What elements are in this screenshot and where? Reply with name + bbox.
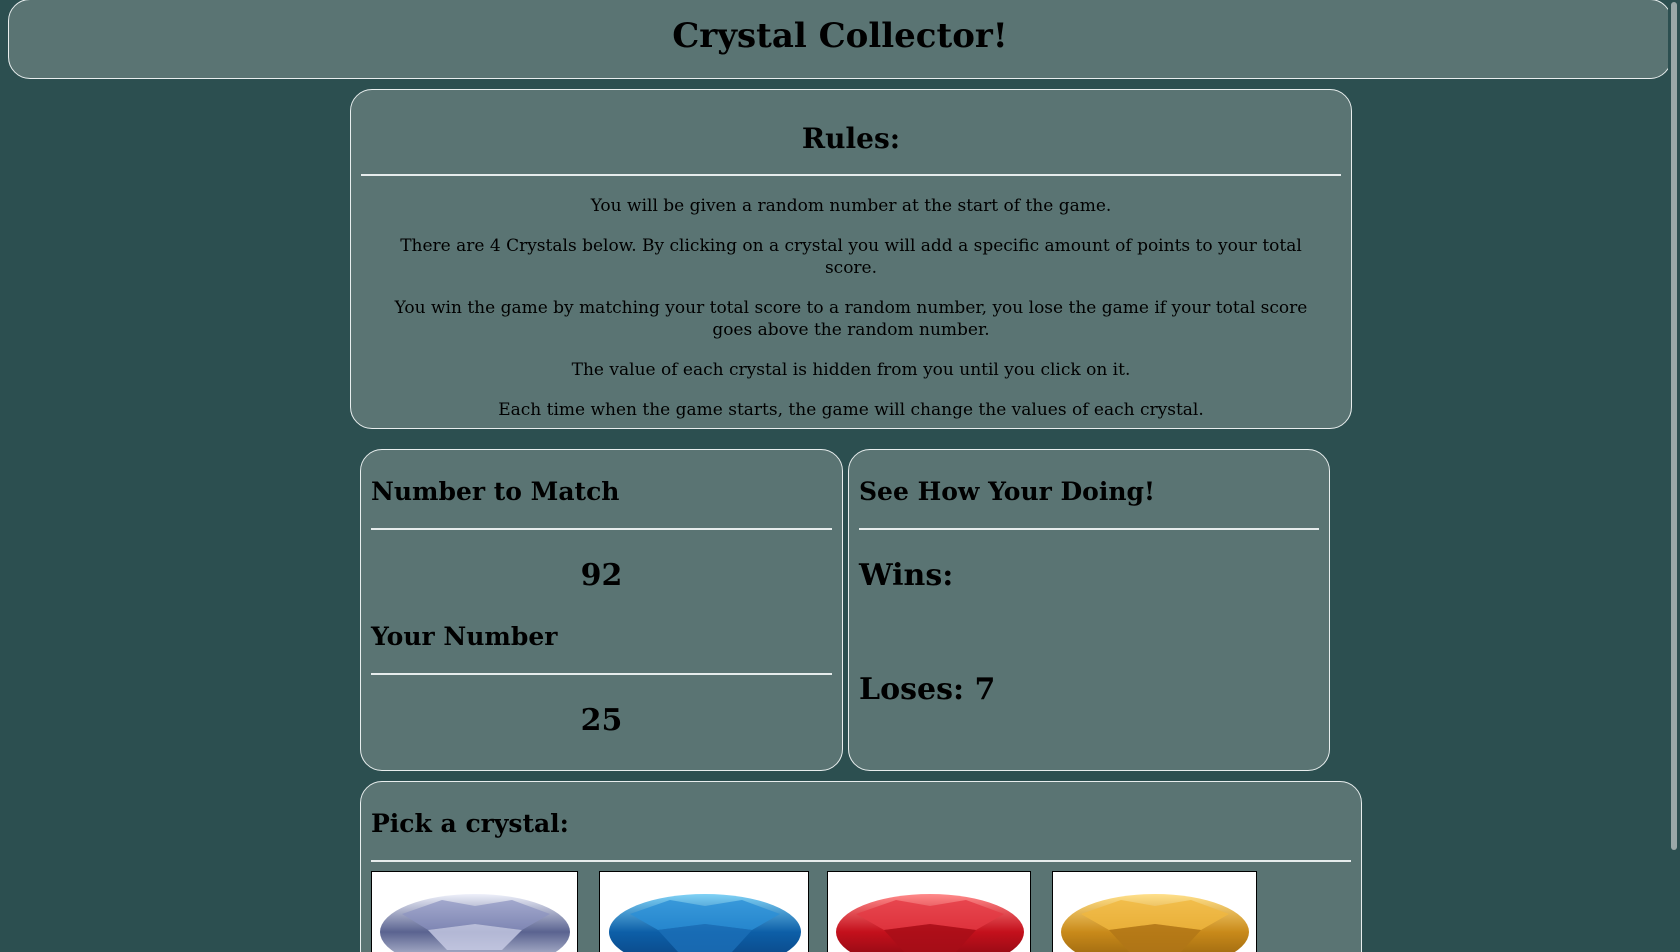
- rule-line: You will be given a random number at the…: [590, 196, 1112, 216]
- your-number-title: Your Number: [371, 622, 558, 651]
- page-title: Crystal Collector!: [672, 16, 1008, 56]
- crystal-button-2[interactable]: [599, 871, 809, 952]
- rule-line: The value of each crystal is hidden from…: [571, 360, 1131, 380]
- loses-count: Loses: 7: [859, 672, 996, 707]
- header-panel: Crystal Collector!: [8, 0, 1672, 79]
- gold-crystal-icon: [1061, 894, 1249, 952]
- rule-line: There are 4 Crystals below. By clicking …: [400, 236, 1302, 278]
- stats-title: See How Your Doing!: [859, 477, 1155, 506]
- crystal-button-1[interactable]: [371, 871, 578, 952]
- crystal-button-4[interactable]: [1052, 871, 1257, 952]
- rule-line: Each time when the game starts, the game…: [498, 400, 1204, 420]
- rules-divider: [361, 174, 1341, 176]
- stats-divider: [859, 528, 1319, 530]
- number-panel: Number to Match 92 Your Number 25: [360, 449, 843, 771]
- clear-crystal-icon: [380, 894, 570, 952]
- crystal-button-3[interactable]: [827, 871, 1031, 952]
- page-scrollbar[interactable]: [1668, 0, 1680, 952]
- your-number-value: 25: [580, 703, 623, 738]
- crystal-divider: [371, 860, 1351, 862]
- number-to-match-title: Number to Match: [371, 477, 620, 506]
- game-page: Crystal Collector! Rules: You will be gi…: [0, 0, 1680, 952]
- rules-title: Rules:: [801, 122, 901, 155]
- stats-panel: See How Your Doing! Wins: Loses: 7: [848, 449, 1330, 771]
- crystal-panel-title: Pick a crystal:: [371, 809, 569, 838]
- your-number-divider: [371, 673, 832, 675]
- rules-panel: Rules: You will be given a random number…: [350, 89, 1352, 429]
- blue-crystal-icon: [609, 894, 801, 952]
- scrollbar-thumb[interactable]: [1671, 2, 1677, 850]
- crystal-panel: Pick a crystal:: [360, 781, 1362, 952]
- target-number: 92: [580, 558, 623, 593]
- red-crystal-icon: [836, 894, 1024, 952]
- wins-count: Wins:: [859, 558, 954, 593]
- rule-line: You win the game by matching your total …: [394, 298, 1308, 340]
- number-divider: [371, 528, 832, 530]
